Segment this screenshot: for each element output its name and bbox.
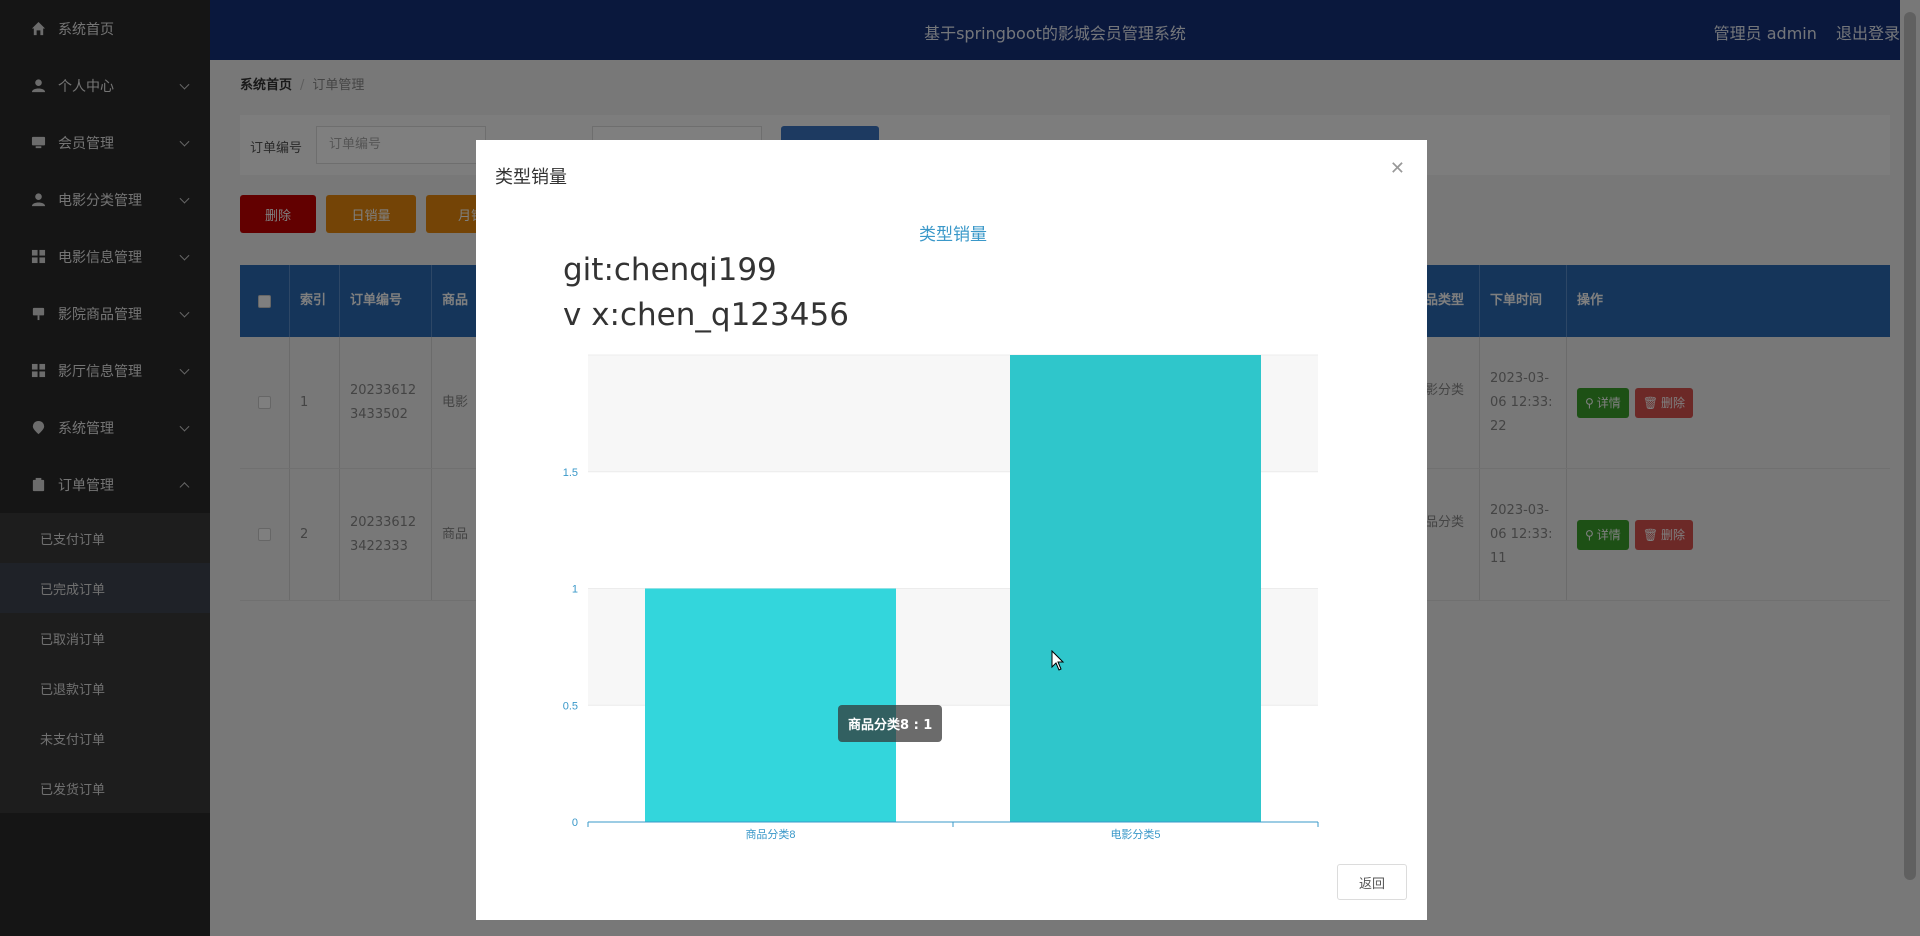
chart-bar bbox=[1010, 355, 1261, 822]
dialog-title: 类型销量 bbox=[495, 167, 567, 188]
back-button[interactable]: 返回 bbox=[1337, 864, 1407, 900]
chart-title: 类型销量 bbox=[919, 225, 987, 244]
watermark-line: git:chenqi199 bbox=[563, 252, 777, 288]
y-tick-label: 1 bbox=[572, 584, 578, 596]
x-tick-label: 商品分类8 bbox=[745, 827, 795, 841]
mouse-cursor-icon bbox=[1051, 650, 1065, 671]
y-tick-label: 0 bbox=[572, 817, 578, 829]
x-tick-label: 电影分类5 bbox=[1110, 827, 1160, 841]
chart-tooltip: 商品分类8 : 1 bbox=[838, 705, 943, 742]
y-tick-label: 0.5 bbox=[563, 700, 578, 712]
close-icon[interactable]: ✕ bbox=[1390, 158, 1405, 179]
sales-by-type-dialog: 类型销量 ✕ 类型销量 0 0.5 1 1.5 商品分类8 电影分类5 git:chenqi… bbox=[476, 140, 1427, 920]
y-tick-label: 1.5 bbox=[563, 467, 578, 479]
watermark-line: v x:chen_q123456 bbox=[563, 297, 849, 333]
